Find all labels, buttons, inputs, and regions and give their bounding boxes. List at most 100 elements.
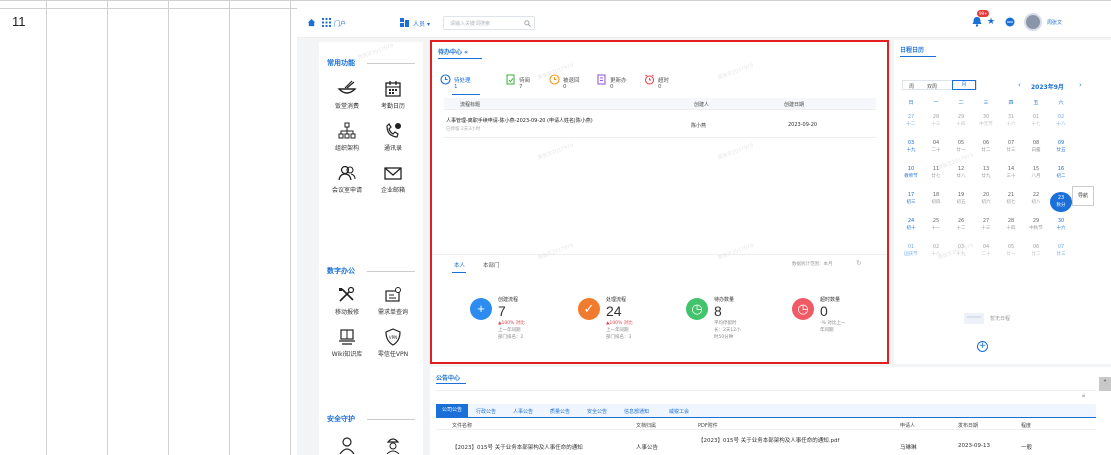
calendar-day[interactable]: 07 廿三 <box>1050 244 1072 258</box>
calendar-day[interactable]: 24 初十 <box>900 218 922 232</box>
notice-table-header: 文件名称 文档归属 PDF附件 申请人 发布日期 程度 <box>436 418 1096 430</box>
tab-returned[interactable]: 被退回 0 <box>549 74 580 90</box>
portal-link[interactable]: 门户 <box>334 19 346 28</box>
app-mail[interactable]: 企业邮箱 <box>371 164 415 194</box>
notice-pdf-link[interactable]: 【2023】015号 关于业务本部架构及人事任命的通知.pdf <box>698 436 839 444</box>
app-request-query[interactable]: 需求单查询 <box>371 286 415 316</box>
column-header: 创建日期 <box>784 102 805 108</box>
row-date: 2023-09-20 <box>788 122 818 128</box>
calendar-day[interactable]: 06 廿二 <box>975 140 997 154</box>
app-security-1[interactable] <box>325 436 369 454</box>
section-title-common: 常用功能 <box>327 59 355 67</box>
view-tab-week[interactable]: 周 <box>909 83 914 90</box>
search-icon[interactable] <box>524 20 531 27</box>
calendar-day[interactable]: 29 十四 <box>950 114 972 128</box>
notice-tab[interactable]: 威锐工会 <box>669 408 689 415</box>
calendar-day[interactable]: 04 二十 <box>925 140 947 154</box>
favorite-star-icon[interactable]: ★ <box>987 17 995 27</box>
calendar-day[interactable]: 12 廿八 <box>950 166 972 180</box>
people-scope-label: 人员 <box>413 21 426 28</box>
empty-schedule-icon <box>964 313 984 324</box>
calendar-day[interactable]: 06 廿二 <box>1025 244 1047 258</box>
calendar-day[interactable]: 07 廿三 <box>1000 140 1022 154</box>
scope-tab-self[interactable]: 本人 <box>454 261 465 269</box>
home-icon[interactable] <box>307 18 316 27</box>
calendar-day[interactable]: 28 十三 <box>925 114 947 128</box>
calendar-day[interactable]: 17 初三 <box>900 192 922 206</box>
refresh-icon[interactable]: ↻ <box>856 259 862 267</box>
table-row[interactable]: 人事管理-离职手续申请-陈小燕-2023-09-20 (申请人姓名|陈小燕) 已… <box>444 112 876 138</box>
calendar-day[interactable]: 09 廿五 <box>1050 140 1072 154</box>
calendar-day[interactable]: 05 廿一 <box>1000 244 1022 258</box>
app-org-structure[interactable]: 组织架构 <box>325 122 369 152</box>
calendar-day[interactable]: 13 廿九 <box>975 166 997 180</box>
add-schedule-button[interactable]: + <box>977 341 988 352</box>
row-title[interactable]: 人事管理-离职手续申请-陈小燕-2023-09-20 (申请人姓名|陈小燕) <box>446 117 593 124</box>
app-wiki[interactable]: Wiki知识库 <box>325 328 369 358</box>
people-scope-select[interactable]: 人员 ▾ <box>413 19 430 28</box>
next-month-icon[interactable]: › <box>1079 81 1082 89</box>
notice-file-name[interactable]: 【2023】015号 关于业务本部架构及人事任命的通知 <box>452 443 583 451</box>
notice-tab[interactable]: 行政公告 <box>476 408 496 415</box>
nav-button[interactable]: 导航 <box>1072 186 1094 206</box>
app-vpn[interactable]: VPN 零信任VPN <box>371 328 415 358</box>
calendar-day[interactable]: 22 初八 <box>1025 192 1047 206</box>
grid-apps-icon[interactable] <box>322 18 331 27</box>
scope-tab-department[interactable]: 本部门 <box>483 261 500 269</box>
app-security-2[interactable] <box>371 436 415 454</box>
search-box[interactable]: 请输入关键词搜索 <box>443 16 535 30</box>
tab-updated[interactable]: 更新办 0 <box>597 74 627 90</box>
chat-bubble-icon[interactable] <box>1005 17 1015 27</box>
app-attendance[interactable]: 考勤日历 <box>371 80 415 110</box>
calendar-day[interactable]: 14 三十 <box>1000 166 1022 180</box>
calendar-day[interactable]: 16 初二 <box>1050 166 1072 180</box>
app-meeting-room[interactable]: 会议室申请 <box>325 164 369 194</box>
tab-overdue[interactable]: 超时 0 <box>644 74 669 90</box>
calendar-day[interactable]: 19 初五 <box>950 192 972 206</box>
notice-tab[interactable]: 信息部通知 <box>624 408 649 415</box>
calendar-day[interactable]: 26 十二 <box>950 218 972 232</box>
app-repair[interactable]: 移动报修 <box>325 286 369 316</box>
bell-icon[interactable] <box>971 16 983 27</box>
app-contacts[interactable]: 通讯录 <box>371 122 415 152</box>
calendar-day[interactable]: 23 秋分 <box>1050 192 1072 212</box>
calendar-day[interactable]: 27 十三 <box>975 218 997 232</box>
calendar-day[interactable]: 30 中元节 <box>975 114 997 128</box>
calendar-day[interactable]: 28 十四 <box>1000 218 1022 232</box>
collapse-icon[interactable]: « <box>464 49 468 56</box>
notice-tab[interactable]: 安全公告 <box>587 408 607 415</box>
calendar-day[interactable]: 10 教师节 <box>900 166 922 180</box>
calendar-day[interactable]: 27 十二 <box>900 114 922 128</box>
notice-tab[interactable]: 公司公告 <box>436 404 468 417</box>
calendar-day[interactable]: 01 十七 <box>1025 114 1047 128</box>
table-row[interactable]: 【2023】015号 关于业务本部架构及人事任命的通知 人事公告 【2023】0… <box>436 430 1096 452</box>
calendar-day[interactable]: 02 十八 <box>1050 114 1072 128</box>
day-number: 16 <box>1057 166 1065 172</box>
lunar-label: 初三 <box>906 200 916 205</box>
calendar-day[interactable]: 21 初七 <box>1000 192 1022 206</box>
active-tab-indicator <box>452 272 466 273</box>
search-input[interactable]: 请输入关键词搜索 <box>450 20 490 27</box>
view-tab-month[interactable]: 月 <box>952 80 976 90</box>
calendar-day[interactable]: 20 初六 <box>975 192 997 206</box>
scroll-top-button[interactable]: ˄ <box>1099 377 1111 391</box>
calendar-day[interactable]: 04 二十 <box>975 244 997 258</box>
tab-pending[interactable]: 待处理 1 <box>440 74 471 90</box>
tab-to-read[interactable]: 待阅 7 <box>506 74 530 90</box>
calendar-day[interactable]: 01 国庆节 <box>900 244 922 258</box>
calendar-day[interactable]: 03 十九 <box>900 140 922 154</box>
notice-tab[interactable]: 人事公告 <box>513 408 533 415</box>
calendar-day[interactable]: 08 白露 <box>1025 140 1047 154</box>
app-canteen[interactable]: 饭堂消费 <box>325 80 369 110</box>
calendar-day[interactable]: 25 十一 <box>925 218 947 232</box>
user-name[interactable]: 周张文 <box>1047 19 1062 26</box>
prev-month-icon[interactable]: ‹ <box>1018 81 1021 89</box>
calendar-day[interactable]: 30 十六 <box>1050 218 1072 232</box>
calendar-day[interactable]: 29 中秋节 <box>1025 218 1047 232</box>
view-tab-biweek[interactable]: 双周 <box>927 83 937 90</box>
calendar-day[interactable]: 31 十六 <box>1000 114 1022 128</box>
notice-tab[interactable]: 质量公告 <box>550 408 570 415</box>
calendar-day[interactable]: 15 八月 <box>1025 166 1047 180</box>
calendar-day[interactable]: 18 初四 <box>925 192 947 206</box>
avatar[interactable] <box>1024 13 1042 31</box>
